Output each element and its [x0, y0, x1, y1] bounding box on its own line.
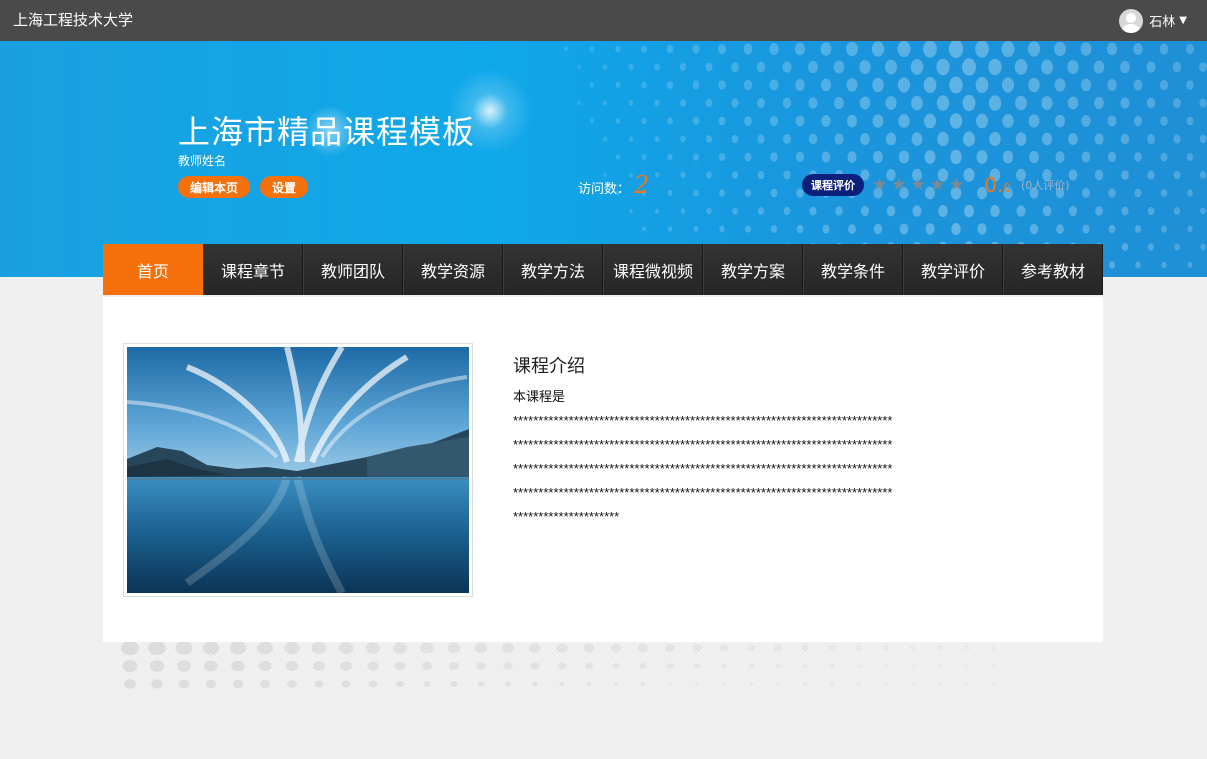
- nav-item-plans[interactable]: 教学方案: [703, 244, 803, 295]
- school-name[interactable]: 上海工程技术大学: [13, 9, 133, 30]
- user-name[interactable]: 石林: [1149, 11, 1175, 30]
- rating-score: 0.0: [984, 173, 1011, 197]
- star-icon[interactable]: ★: [911, 176, 926, 194]
- nav-item-team[interactable]: 教师团队: [303, 244, 403, 295]
- banner-globe-dots: [564, 41, 1207, 271]
- intro-line: *********************: [513, 509, 620, 524]
- intro-lead: 本课程是: [513, 389, 566, 404]
- nav-item-conditions[interactable]: 教学条件: [803, 244, 903, 295]
- intro-title: 课程介绍: [513, 356, 585, 377]
- score-decimal: 0: [1003, 181, 1011, 195]
- visit-counter: 访问数： 2: [578, 171, 649, 199]
- visits-count: 2: [634, 171, 650, 199]
- main-nav: 首页 课程章节 教师团队 教学资源 教学方法 课程微视频 教学方案 教学条件 教…: [103, 244, 1103, 295]
- intro-line: ****************************************…: [513, 413, 893, 428]
- course-banner: 上海市精品课程模板 教师姓名 编辑本页 设置 访问数： 2 课程评价 ★ ★ ★…: [0, 41, 1207, 277]
- course-title: 上海市精品课程模板: [178, 113, 476, 151]
- course-photo-frame: [123, 343, 473, 597]
- visits-label: 访问数：: [578, 182, 631, 197]
- intro-body: 本课程是 ***********************************…: [513, 385, 1043, 529]
- intro-line: ****************************************…: [513, 437, 893, 452]
- top-bar: 上海工程技术大学 石林 ▼: [0, 0, 1207, 41]
- star-icon[interactable]: ★: [872, 176, 887, 194]
- star-icon[interactable]: ★: [930, 176, 945, 194]
- settings-button[interactable]: 设置: [260, 176, 308, 198]
- rating-stars[interactable]: ★ ★ ★ ★ ★: [872, 176, 964, 194]
- chevron-down-icon[interactable]: ▼: [1179, 15, 1187, 26]
- star-icon[interactable]: ★: [891, 176, 906, 194]
- nav-item-methods[interactable]: 教学方法: [503, 244, 603, 295]
- teacher-name: 教师姓名: [178, 154, 227, 168]
- nav-item-textbooks[interactable]: 参考教材: [1003, 244, 1103, 295]
- course-photo: [127, 347, 469, 593]
- nav-item-home[interactable]: 首页: [103, 244, 203, 295]
- score-main: 0.: [984, 173, 1004, 197]
- rating-label: 课程评价: [802, 174, 864, 196]
- course-rating: 课程评价 ★ ★ ★ ★ ★ 0.0 (0人评价): [802, 173, 1070, 197]
- avatar-icon[interactable]: [1119, 8, 1144, 33]
- content-panel: 课程介绍 本课程是 ******************************…: [103, 297, 1103, 642]
- intro-line: ****************************************…: [513, 461, 893, 476]
- user-menu[interactable]: 石林 ▼: [1119, 8, 1187, 33]
- decorative-dots-bottom: [120, 642, 1000, 692]
- nav-item-videos[interactable]: 课程微视频: [603, 244, 703, 295]
- nav-item-evaluation[interactable]: 教学评价: [903, 244, 1003, 295]
- nav-item-chapters[interactable]: 课程章节: [203, 244, 303, 295]
- rating-count: (0人评价): [1020, 179, 1070, 192]
- edit-page-button[interactable]: 编辑本页: [178, 176, 250, 198]
- star-icon[interactable]: ★: [949, 176, 964, 194]
- nav-item-resources[interactable]: 教学资源: [403, 244, 503, 295]
- intro-line: ****************************************…: [513, 485, 893, 500]
